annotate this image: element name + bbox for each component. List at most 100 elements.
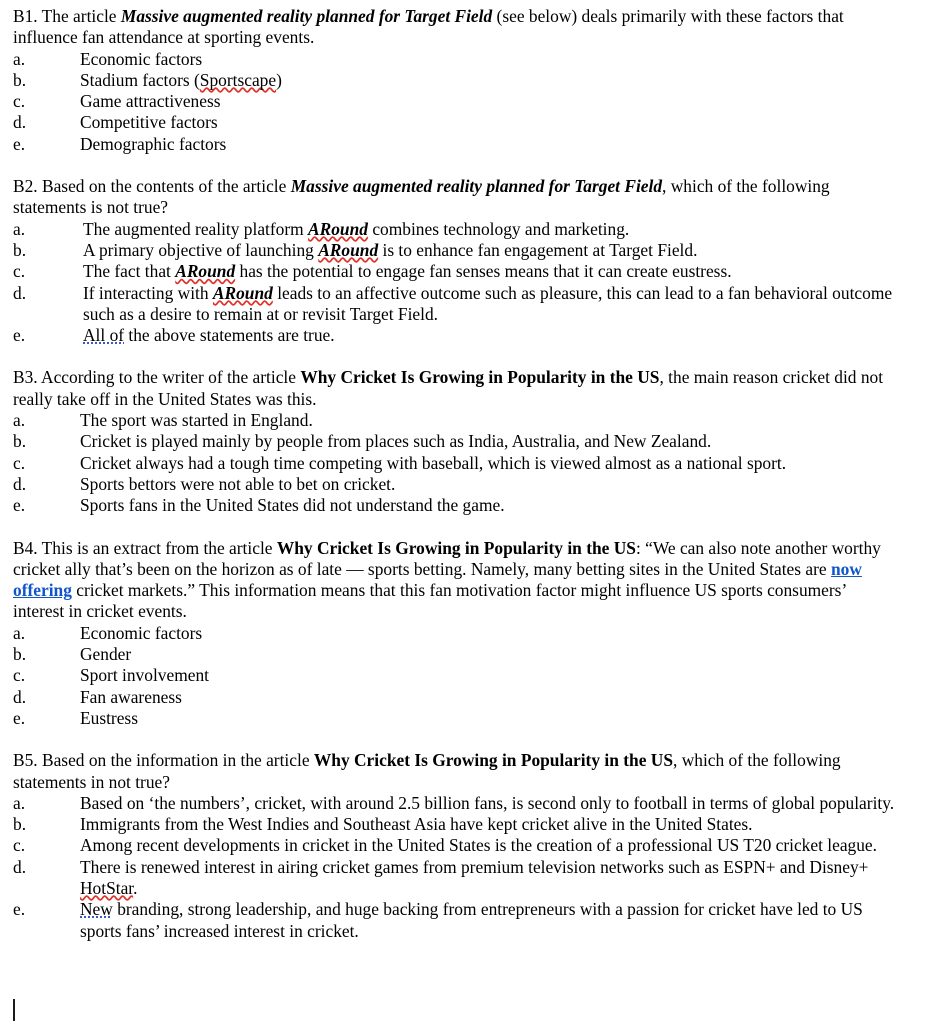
option-b2-e[interactable]: e. All of the above statements are true. bbox=[13, 325, 898, 346]
option-b1-e[interactable]: e. Demographic factors bbox=[13, 134, 898, 155]
opt-run-0: Sports bettors were not able to bet on c… bbox=[80, 473, 396, 494]
option-text: Stadium factors (Sportscape) bbox=[80, 70, 898, 91]
option-text: Gender bbox=[80, 644, 898, 665]
stem-run-0: B1. The article bbox=[13, 6, 121, 26]
option-marker: a. bbox=[13, 218, 26, 239]
option-b4-c[interactable]: c. Sport involvement bbox=[13, 665, 898, 686]
option-text: There is renewed interest in airing cric… bbox=[80, 857, 898, 900]
option-b5-c[interactable]: c. Among recent developments in cricket i… bbox=[13, 835, 898, 856]
question-block-b1: B1. The article Massive augmented realit… bbox=[13, 6, 898, 155]
question-stem-b5: B5. Based on the information in the arti… bbox=[13, 750, 898, 793]
grammar-flagged-word: All of bbox=[83, 325, 125, 346]
option-b2-c[interactable]: c. The fact that ARound has the potential… bbox=[13, 261, 898, 282]
question-stem-b1: B1. The article Massive augmented realit… bbox=[13, 6, 898, 49]
option-b1-b[interactable]: b. Stadium factors (Sportscape) bbox=[13, 70, 898, 91]
option-b2-d[interactable]: d. If interacting with ARound leads to an… bbox=[13, 283, 898, 326]
opt-run-1: the above statements are true. bbox=[124, 325, 335, 346]
option-text: Immigrants from the West Indies and Sout… bbox=[80, 814, 898, 835]
option-marker: b. bbox=[13, 239, 27, 260]
question-block-b2: B2. Based on the contents of the article… bbox=[13, 176, 898, 346]
opt-run-0: Based on ‘the numbers’, cricket, with ar… bbox=[80, 792, 895, 813]
option-marker: b. bbox=[13, 69, 27, 90]
opt-run-0: Immigrants from the West Indies and Sout… bbox=[80, 814, 753, 835]
option-marker: c. bbox=[13, 91, 26, 112]
stem-run-4: cricket markets.” This information means… bbox=[13, 580, 846, 622]
option-text: A primary objective of launching ARound … bbox=[83, 240, 898, 261]
option-text: Economic factors bbox=[80, 49, 898, 70]
option-b2-a[interactable]: a. The augmented reality platform ARound … bbox=[13, 219, 898, 240]
option-b3-d[interactable]: d. Sports bettors were not able to bet on… bbox=[13, 474, 898, 495]
opt-run-0: Eustress bbox=[80, 707, 138, 728]
text-caret bbox=[13, 999, 15, 1021]
option-text: All of the above statements are true. bbox=[83, 325, 898, 346]
product-name-around: ARound bbox=[212, 282, 273, 303]
option-b4-a[interactable]: a. Economic factors bbox=[13, 623, 898, 644]
option-b5-d[interactable]: d. There is renewed interest in airing cr… bbox=[13, 857, 898, 900]
option-list-b2: a. The augmented reality platform ARound … bbox=[13, 219, 898, 347]
option-b3-b[interactable]: b. Cricket is played mainly by people fro… bbox=[13, 431, 898, 452]
question-stem-b4: B4. This is an extract from the article … bbox=[13, 538, 898, 623]
option-b1-a[interactable]: a. Economic factors bbox=[13, 49, 898, 70]
option-text: Eustress bbox=[80, 708, 898, 729]
option-text: Game attractiveness bbox=[80, 91, 898, 112]
opt-run-0: Fan awareness bbox=[80, 686, 182, 707]
spellcheck-word: HotStar bbox=[80, 877, 134, 898]
option-marker: a. bbox=[13, 792, 26, 813]
option-text: Sports fans in the United States did not… bbox=[80, 495, 898, 516]
opt-run-1: branding, strong leadership, and huge ba… bbox=[80, 899, 863, 941]
opt-run-0: Economic factors bbox=[80, 48, 203, 69]
stem-run-0: B2. Based on the contents of the article bbox=[13, 176, 291, 197]
option-text: The augmented reality platform ARound co… bbox=[83, 219, 898, 240]
question-stem-b3: B3. According to the writer of the artic… bbox=[13, 367, 898, 410]
opt-run-2: combines technology and marketing. bbox=[367, 218, 630, 239]
option-b1-c[interactable]: c. Game attractiveness bbox=[13, 91, 898, 112]
opt-run-0: Cricket always had a tough time competin… bbox=[80, 452, 787, 473]
article-title: Why Cricket Is Growing in Popularity in … bbox=[313, 750, 674, 771]
opt-run-2: . bbox=[133, 877, 138, 898]
stem-run-0: B3. According to the writer of the artic… bbox=[13, 367, 301, 388]
option-marker: c. bbox=[13, 665, 26, 686]
opt-run-0: Competitive factors bbox=[80, 112, 218, 133]
article-title: Massive augmented reality planned for Ta… bbox=[290, 176, 663, 197]
option-marker: a. bbox=[13, 410, 26, 431]
option-b4-b[interactable]: b. Gender bbox=[13, 644, 898, 665]
option-b5-e[interactable]: e. New branding, strong leadership, and h… bbox=[13, 899, 898, 942]
option-b1-d[interactable]: d. Competitive factors bbox=[13, 112, 898, 133]
question-block-b5: B5. Based on the information in the arti… bbox=[13, 750, 898, 942]
option-marker: c. bbox=[13, 261, 26, 282]
option-text: Based on ‘the numbers’, cricket, with ar… bbox=[80, 793, 898, 814]
option-marker: d. bbox=[13, 112, 27, 133]
question-block-b4: B4. This is an extract from the article … bbox=[13, 538, 898, 730]
option-marker: d. bbox=[13, 473, 27, 494]
option-b5-b[interactable]: b. Immigrants from the West Indies and So… bbox=[13, 814, 898, 835]
option-b3-c[interactable]: c. Cricket always had a tough time compet… bbox=[13, 453, 898, 474]
option-marker: b. bbox=[13, 644, 27, 665]
option-marker: b. bbox=[13, 431, 27, 452]
option-b3-a[interactable]: a. The sport was started in England. bbox=[13, 410, 898, 431]
option-text: Demographic factors bbox=[80, 134, 898, 155]
option-b2-b[interactable]: b. A primary objective of launching ARoun… bbox=[13, 240, 898, 261]
option-b5-a[interactable]: a. Based on ‘the numbers’, cricket, with … bbox=[13, 793, 898, 814]
option-list-b4: a. Economic factors b. Gender c. Sport involv… bbox=[13, 623, 898, 729]
option-text: Sports bettors were not able to bet on c… bbox=[80, 474, 898, 495]
option-text: If interacting with ARound leads to an a… bbox=[83, 283, 898, 326]
option-b3-e[interactable]: e. Sports fans in the United States did n… bbox=[13, 495, 898, 516]
document-body[interactable]: B1. The article Massive augmented realit… bbox=[13, 6, 898, 942]
product-name-around: ARound bbox=[318, 239, 379, 260]
option-b4-d[interactable]: d. Fan awareness bbox=[13, 687, 898, 708]
opt-run-0: Stadium factors ( bbox=[80, 69, 200, 90]
option-b4-e[interactable]: e. Eustress bbox=[13, 708, 898, 729]
opt-run-0: Sports fans in the United States did not… bbox=[80, 495, 505, 516]
opt-run-0: The sport was started in England. bbox=[80, 410, 313, 431]
option-text: Competitive factors bbox=[80, 112, 898, 133]
opt-run-0: The fact that bbox=[83, 261, 176, 282]
option-marker: b. bbox=[13, 814, 27, 835]
option-text: Cricket is played mainly by people from … bbox=[80, 431, 898, 452]
opt-run-0: A primary objective of launching bbox=[83, 239, 319, 260]
opt-run-0: There is renewed interest in airing cric… bbox=[80, 856, 869, 877]
option-text: The fact that ARound has the potential t… bbox=[83, 261, 898, 282]
opt-run-0: Gender bbox=[80, 644, 132, 665]
option-text: Fan awareness bbox=[80, 687, 898, 708]
option-list-b3: a. The sport was started in England. b. Cri… bbox=[13, 410, 898, 516]
option-marker: e. bbox=[13, 133, 26, 154]
